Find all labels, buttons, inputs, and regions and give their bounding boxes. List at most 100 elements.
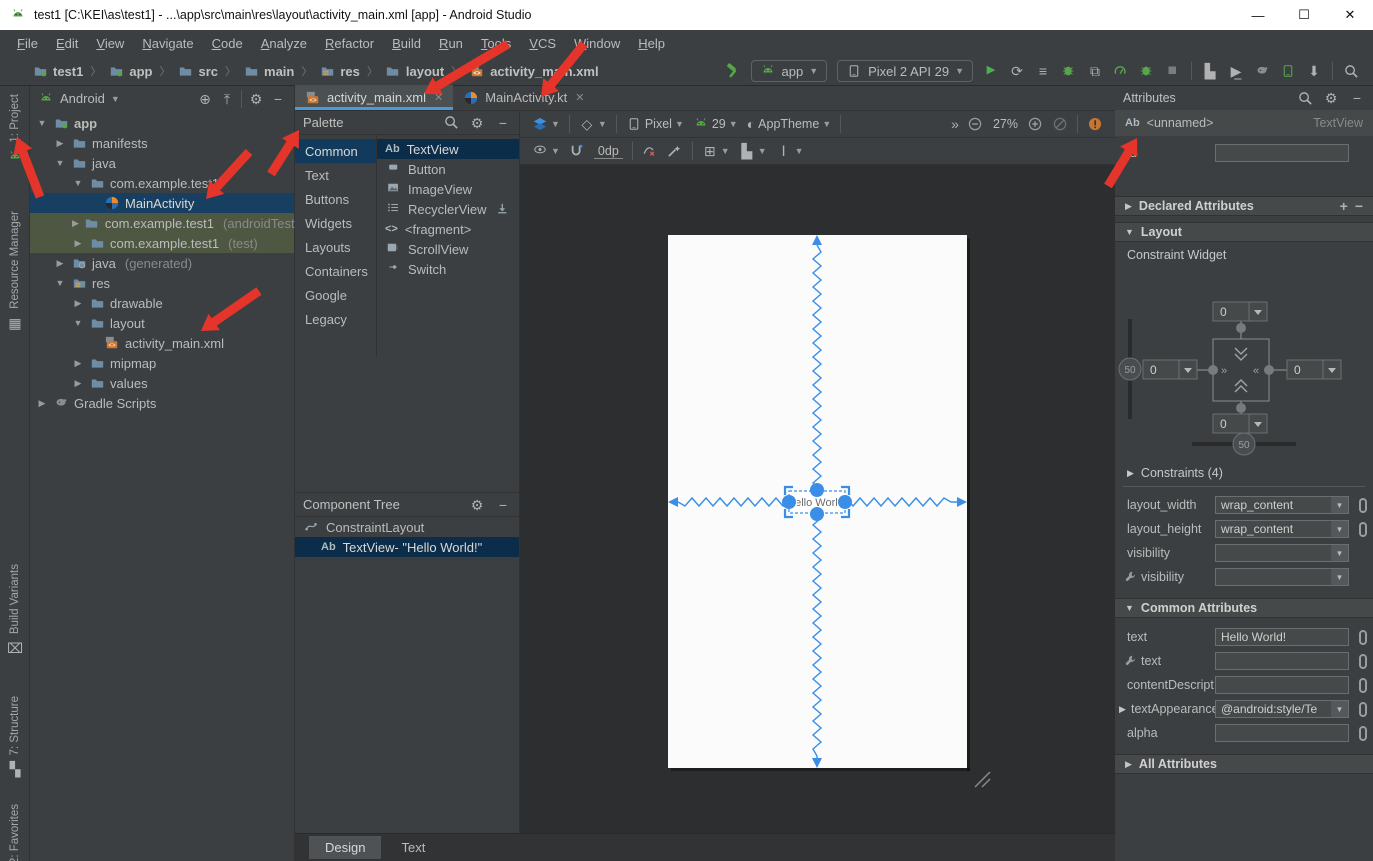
tool-window-build-variants[interactable]: Build Variants ⌧ <box>0 564 30 656</box>
vertical-bias-slider[interactable]: 50 <box>1119 358 1141 380</box>
tab-text[interactable]: Text <box>385 836 441 859</box>
palette-category-containers[interactable]: Containers <box>295 259 376 283</box>
tab-activity-main-xml[interactable]: <> activity_main.xml ✕ <box>295 85 453 110</box>
apply-code-changes-icon[interactable]: ≡ <box>1035 63 1051 79</box>
horizontal-bias-slider[interactable]: 50 <box>1233 433 1255 455</box>
attach-profiler-icon[interactable] <box>1139 63 1155 79</box>
tree-item-gradle-scripts[interactable]: ▶Gradle Scripts <box>30 393 294 413</box>
hide-panel-icon[interactable]: − <box>270 91 286 107</box>
close-tab-icon[interactable]: ✕ <box>575 91 584 104</box>
sdk-manager-icon[interactable]: ⬇ <box>1306 63 1322 79</box>
palette-item-scrollview[interactable]: ScrollView <box>377 239 519 259</box>
capture-layout-icon[interactable]: ▙ <box>1202 63 1218 79</box>
tree-item-package-test[interactable]: ▶com.example.test1(test) <box>30 233 294 253</box>
visibility-select[interactable]: ▼ <box>1215 544 1349 562</box>
tools-visibility-select[interactable]: ▼ <box>1215 568 1349 586</box>
tree-item-manifests[interactable]: ▶manifests <box>30 133 294 153</box>
menu-help[interactable]: Help <box>629 33 674 54</box>
breadcrumb-test1[interactable]: test1 <box>32 63 83 79</box>
menu-navigate[interactable]: Navigate <box>133 33 202 54</box>
toggle-favorite-icon[interactable] <box>1359 630 1367 645</box>
margin-bottom-select[interactable]: 0 <box>1213 414 1267 433</box>
tree-item-drawable[interactable]: ▶drawable <box>30 293 294 313</box>
tool-window-project[interactable]: 1: Project <box>0 94 30 165</box>
hide-panel-icon[interactable]: − <box>495 497 511 513</box>
avd-manager-icon[interactable] <box>1280 63 1296 79</box>
toggle-favorite-icon[interactable] <box>1359 726 1367 741</box>
breadcrumb-src[interactable]: src <box>177 63 218 79</box>
hide-panel-icon[interactable]: − <box>1349 90 1365 106</box>
download-icon[interactable] <box>495 201 511 217</box>
close-button[interactable]: ✕ <box>1327 0 1373 30</box>
gear-icon[interactable]: ⚙ <box>1323 90 1339 106</box>
palette-category-google[interactable]: Google <box>295 283 376 307</box>
menu-vcs[interactable]: VCS <box>520 33 565 54</box>
breadcrumb-main[interactable]: main <box>243 63 294 79</box>
tree-item-values[interactable]: ▶values <box>30 373 294 393</box>
breadcrumb-layout[interactable]: layout <box>385 63 444 79</box>
breadcrumb-res[interactable]: res <box>319 63 360 79</box>
build-hammer-button[interactable] <box>725 63 741 79</box>
component-constraintlayout[interactable]: ConstraintLayout <box>295 517 519 537</box>
close-tab-icon[interactable]: ✕ <box>434 91 443 104</box>
search-icon[interactable] <box>1297 90 1313 106</box>
orientation-select[interactable]: ◇▼ <box>579 116 607 132</box>
layout-height-select[interactable]: wrap_content▼ <box>1215 520 1349 538</box>
menu-run[interactable]: Run <box>430 33 472 54</box>
tree-item-layout[interactable]: ▼layout <box>30 313 294 333</box>
project-view-select[interactable]: Android <box>60 91 105 106</box>
palette-item-switch[interactable]: Switch <box>377 259 519 279</box>
run-button[interactable] <box>983 63 999 79</box>
text-input[interactable]: Hello World! <box>1215 628 1349 646</box>
tree-item-res[interactable]: ▼res <box>30 273 294 293</box>
id-input[interactable] <box>1215 144 1349 162</box>
section-common-attributes[interactable]: ▼Common Attributes <box>1115 598 1373 618</box>
menu-analyze[interactable]: Analyze <box>252 33 316 54</box>
menu-window[interactable]: Window <box>565 33 629 54</box>
tools-text-input[interactable] <box>1215 652 1349 670</box>
alpha-input[interactable] <box>1215 724 1349 742</box>
align-select[interactable]: ▙▼ <box>739 143 767 159</box>
tab-mainactivity-kt[interactable]: MainActivity.kt ✕ <box>453 85 594 110</box>
margin-top-select[interactable]: 0 <box>1213 302 1267 321</box>
toggle-favorite-icon[interactable] <box>1359 702 1367 717</box>
toggle-favorite-icon[interactable] <box>1359 654 1367 669</box>
menu-edit[interactable]: Edit <box>47 33 87 54</box>
tree-item-package-androidtest[interactable]: ▶com.example.test1(androidTest) <box>30 213 294 233</box>
palette-item-imageview[interactable]: ImageView <box>377 179 519 199</box>
toggle-favorite-icon[interactable] <box>1359 498 1367 513</box>
gear-icon[interactable]: ⚙ <box>469 497 485 513</box>
pack-select[interactable]: Ⅰ▼ <box>776 143 804 159</box>
zoom-to-fit-icon[interactable] <box>1052 116 1068 132</box>
breadcrumb-app[interactable]: app <box>108 63 152 79</box>
target-device-select[interactable]: Pixel 2 API 29▼ <box>837 60 973 82</box>
theme-select[interactable]: ◐AppTheme▼ <box>747 117 832 131</box>
tool-window-structure[interactable]: 7: Structure ▚ <box>0 696 30 777</box>
collapse-all-icon[interactable]: ⤒ <box>219 91 235 107</box>
toggle-favorite-icon[interactable] <box>1359 678 1367 693</box>
tree-item-mainactivity[interactable]: MainActivity <box>30 193 294 213</box>
stop-button[interactable] <box>1165 63 1181 79</box>
apply-changes-icon[interactable]: ⟳ <box>1009 63 1025 79</box>
maximize-button[interactable]: ☐ <box>1281 0 1327 30</box>
debug-button[interactable] <box>1061 63 1077 79</box>
menu-tools[interactable]: Tools <box>472 33 520 54</box>
menu-file[interactable]: File <box>8 33 47 54</box>
tree-item-java-generated[interactable]: ▶java(generated) <box>30 253 294 273</box>
errors-warnings-icon[interactable] <box>1087 116 1103 132</box>
device-manager-icon[interactable]: ▶̲ <box>1228 63 1244 79</box>
search-everywhere-icon[interactable] <box>1343 63 1359 79</box>
overflow-chevrons[interactable]: » <box>951 117 959 131</box>
toggle-favorite-icon[interactable] <box>1359 522 1367 537</box>
palette-category-buttons[interactable]: Buttons <box>295 187 376 211</box>
palette-item-fragment[interactable]: <><fragment> <box>377 219 519 239</box>
layout-width-select[interactable]: wrap_content▼ <box>1215 496 1349 514</box>
gear-icon[interactable]: ⚙ <box>469 115 485 131</box>
gradle-sync-icon[interactable] <box>1254 63 1270 79</box>
run-configuration-select[interactable]: app▼ <box>751 60 828 82</box>
infer-constraints-icon[interactable] <box>667 143 683 159</box>
minimize-button[interactable]: — <box>1235 0 1281 30</box>
section-layout[interactable]: ▼Layout <box>1115 222 1373 242</box>
device-select[interactable]: Pixel▼ <box>626 116 684 132</box>
search-icon[interactable] <box>443 115 459 131</box>
